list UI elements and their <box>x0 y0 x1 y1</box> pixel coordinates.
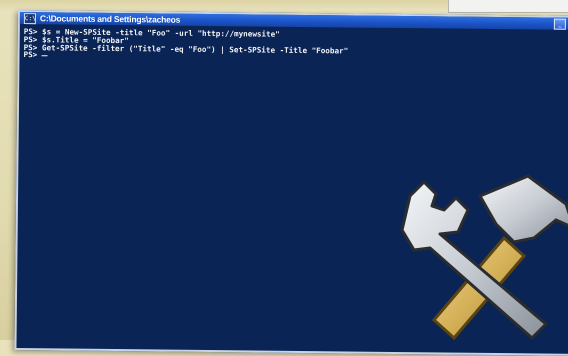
minimize-button[interactable]: _ <box>553 18 566 30</box>
background-window <box>448 0 568 13</box>
window-title: C:\Documents and Settings\zacheos <box>39 13 181 25</box>
hammer-head <box>477 174 568 244</box>
console-prompt: PS> <box>23 50 42 60</box>
wrench-hammer-tools-icon <box>400 174 568 341</box>
text-cursor <box>41 55 48 57</box>
console-app-icon[interactable]: C:\ <box>23 12 36 24</box>
